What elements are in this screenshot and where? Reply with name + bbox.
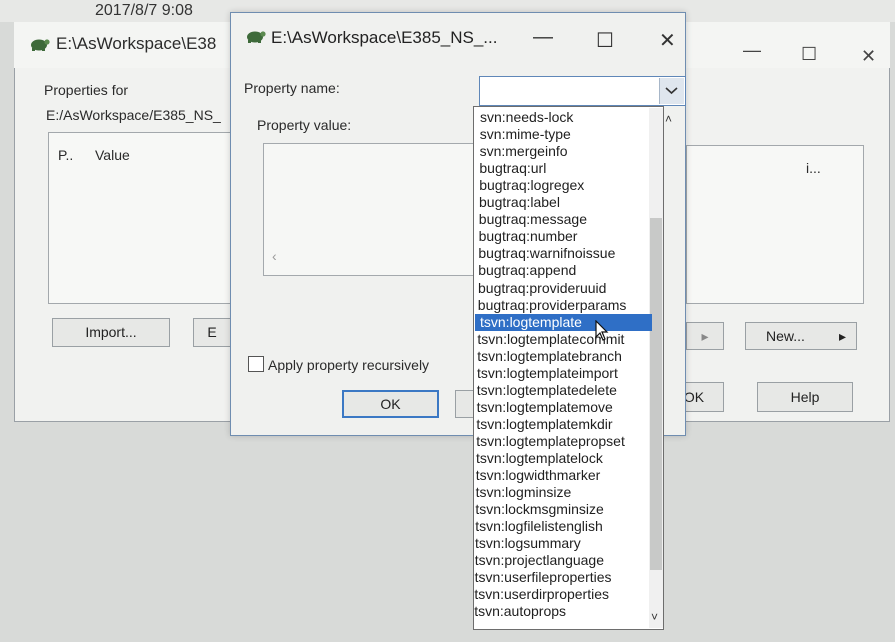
dropdown-item[interactable]: bugtraq:label [479, 194, 560, 211]
property-value-textarea[interactable]: ‹ [263, 143, 478, 276]
arrow-button[interactable]: ▸ [686, 322, 724, 350]
clock-datetime: 2017/8/7 9:08 [95, 2, 193, 19]
dialog-tortoisesvn-icon [247, 31, 266, 43]
dropdown-item[interactable]: tsvn:logtemplatebranch [477, 348, 622, 365]
chevron-down-icon [665, 87, 678, 95]
dropdown-item[interactable]: svn:needs-lock [480, 109, 573, 126]
combobox-dropdown-button[interactable] [659, 78, 684, 104]
column-header-i[interactable]: i... [806, 160, 821, 176]
dropdown-item[interactable]: tsvn:logtemplateimport [477, 365, 618, 382]
dropdown-item[interactable]: tsvn:autoprops [474, 603, 566, 620]
dropdown-item[interactable]: bugtraq:providerparams [478, 297, 627, 314]
edit-button[interactable]: E [193, 318, 231, 347]
properties-for-label: Properties for [44, 82, 129, 98]
dialog-title: E:\AsWorkspace\E385_NS_... [271, 28, 498, 47]
background-minimize-icon[interactable]: — [743, 40, 761, 61]
dropdown-item[interactable]: tsvn:logwidthmarker [476, 467, 601, 484]
property-value-label: Property value: [257, 117, 352, 133]
new-button-label: New... [766, 328, 805, 344]
dropdown-item[interactable]: svn:mime-type [480, 126, 571, 143]
properties-list-left[interactable] [48, 132, 234, 304]
dropdown-item[interactable]: tsvn:userdirproperties [474, 586, 609, 603]
dropdown-item[interactable]: bugtraq:warnifnoissue [478, 245, 615, 262]
properties-list-right[interactable] [686, 145, 864, 304]
scroll-down-arrow-icon[interactable]: ˅ [651, 610, 658, 624]
dropdown-item[interactable]: tsvn:projectlanguage [475, 552, 604, 569]
dropdown-item[interactable]: tsvn:logfilelistenglish [475, 518, 603, 535]
help-button[interactable]: Help [757, 382, 853, 412]
dropdown-item[interactable]: bugtraq:provideruuid [478, 280, 606, 297]
dropdown-item[interactable]: tsvn:logtemplate [475, 313, 652, 331]
background-close-icon[interactable]: ✕ [861, 46, 876, 67]
dropdown-item[interactable]: tsvn:logtemplatemove [477, 399, 613, 416]
dropdown-item[interactable]: tsvn:userfileproperties [475, 569, 612, 586]
properties-path: E:/AsWorkspace/E385_NS_ [46, 107, 221, 123]
apply-recursively-label: Apply property recursively [268, 357, 430, 373]
new-button[interactable]: New... ▸ [745, 322, 857, 350]
property-name-label: Property name: [244, 80, 340, 96]
property-name-combobox[interactable] [479, 76, 686, 106]
apply-recursively-checkbox[interactable] [248, 356, 264, 372]
dropdown-item[interactable]: tsvn:logminsize [476, 484, 572, 501]
dropdown-item[interactable]: bugtraq:logregex [479, 177, 584, 194]
tortoisesvn-icon [31, 39, 50, 51]
dropdown-item[interactable]: bugtraq:number [479, 228, 578, 245]
import-button[interactable]: Import... [52, 318, 170, 347]
dropdown-item[interactable]: tsvn:logtemplatelock [476, 450, 603, 467]
dropdown-item[interactable]: tsvn:logtemplatemkdir [476, 416, 612, 433]
mouse-cursor-icon [595, 320, 609, 341]
dropdown-item[interactable]: svn:mergeinfo [480, 143, 568, 160]
background-window-title: E:\AsWorkspace\E38 [56, 34, 217, 53]
column-header-property[interactable]: P.. [58, 147, 73, 163]
dropdown-item[interactable]: tsvn:logtemplatepropset [476, 433, 625, 450]
dialog-close-icon[interactable]: ✕ [659, 28, 676, 53]
scroll-up-arrow-icon[interactable]: ˄ [665, 112, 672, 126]
dropdown-item[interactable]: bugtraq:append [478, 262, 576, 279]
dialog-ok-button[interactable]: OK [342, 390, 439, 418]
dialog-minimize-icon[interactable]: — [533, 26, 553, 49]
dialog-maximize-icon[interactable]: ☐ [596, 28, 614, 53]
new-dropdown-arrow-icon: ▸ [838, 328, 846, 344]
dialog-cancel-button-partial[interactable] [455, 390, 475, 418]
dropdown-scrollbar-thumb[interactable] [650, 218, 662, 570]
dropdown-item[interactable]: bugtraq:url [479, 160, 546, 177]
scroll-left-icon[interactable]: ‹ [272, 248, 277, 264]
column-header-value[interactable]: Value [95, 147, 130, 163]
dropdown-item[interactable]: tsvn:lockmsgminsize [475, 501, 603, 518]
dropdown-item[interactable]: bugtraq:message [479, 211, 587, 228]
background-maximize-icon[interactable]: ☐ [801, 44, 817, 65]
dropdown-item[interactable]: tsvn:logtemplatedelete [477, 382, 617, 399]
dropdown-item[interactable]: tsvn:logsummary [475, 535, 581, 552]
